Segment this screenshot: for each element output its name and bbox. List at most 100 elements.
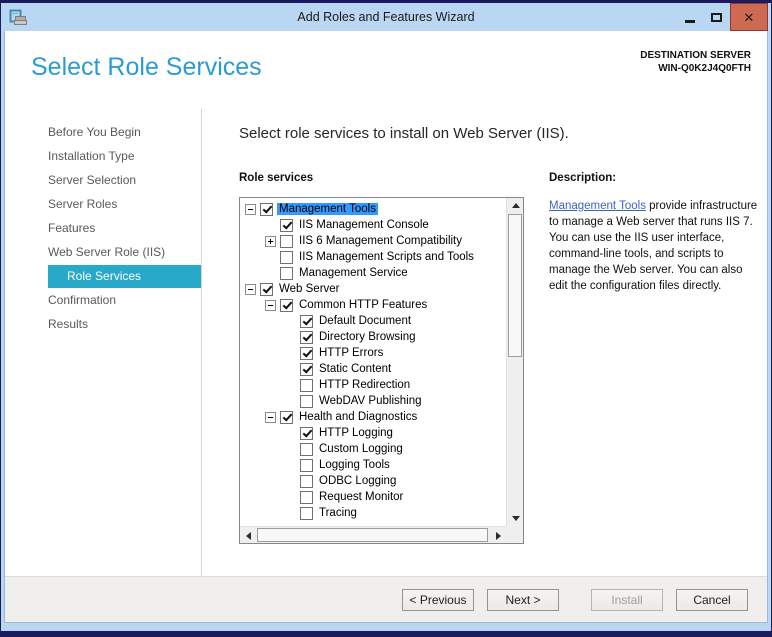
minimize-button[interactable] <box>676 3 703 31</box>
role-services-tree: Management Tools IIS Management Console II… <box>239 197 524 544</box>
close-button[interactable]: ✕ <box>730 3 768 31</box>
description-label: Description: <box>549 172 617 184</box>
checkbox-common-http-features[interactable] <box>280 298 293 312</box>
sidebar-item-server-selection[interactable]: Server Selection <box>48 169 201 192</box>
maximize-icon <box>711 12 722 22</box>
tree-item-webdav-publishing[interactable]: WebDAV Publishing <box>240 393 506 409</box>
tree-item-http-logging[interactable]: HTTP Logging <box>240 425 506 441</box>
checkbox-iis-6-management-compatibility[interactable] <box>280 234 293 248</box>
tree-item-label: HTTP Redirection <box>319 379 411 391</box>
tree-item-iis-management-console[interactable]: IIS Management Console <box>240 217 506 233</box>
tree-item-request-monitor[interactable]: Request Monitor <box>240 489 506 505</box>
wizard-content: Select Role Services DESTINATION SERVER … <box>4 31 768 623</box>
horizontal-scrollbar[interactable] <box>240 526 506 543</box>
sidebar-item-role-services[interactable]: Role Services <box>48 265 201 288</box>
scroll-up-icon[interactable] <box>507 198 524 213</box>
checkbox-http-logging[interactable] <box>300 426 313 440</box>
checkbox-request-monitor[interactable] <box>300 490 313 504</box>
checkbox-odbc-logging[interactable] <box>300 474 313 488</box>
footer-buttons: < Previous Next > Install Cancel <box>389 588 748 611</box>
tree-item-common-http-features[interactable]: Common HTTP Features <box>240 297 506 313</box>
close-icon: ✕ <box>743 9 755 25</box>
collapse-icon[interactable] <box>245 283 256 295</box>
tree-rows: Management Tools IIS Management Console II… <box>240 198 506 526</box>
vertical-scrollbar[interactable] <box>506 198 523 526</box>
minimize-icon <box>684 19 695 23</box>
tree-item-logging-tools[interactable]: Logging Tools <box>240 457 506 473</box>
collapse-icon[interactable] <box>265 411 276 423</box>
checkbox-management-tools[interactable] <box>260 202 273 216</box>
checkbox-default-document[interactable] <box>300 314 313 328</box>
checkbox-health-and-diagnostics[interactable] <box>280 410 293 424</box>
tree-item-label: Common HTTP Features <box>299 299 428 311</box>
collapse-icon[interactable] <box>245 203 256 215</box>
vertical-scroll-thumb[interactable] <box>508 214 522 357</box>
tree-item-label: Static Content <box>319 363 392 375</box>
sidebar-item-web-server-role-iis[interactable]: Web Server Role (IIS) <box>48 241 201 264</box>
checkbox-web-server[interactable] <box>260 282 273 296</box>
role-services-label: Role services <box>239 172 314 184</box>
sidebar-item-confirmation[interactable]: Confirmation <box>48 289 201 312</box>
install-button[interactable]: Install <box>591 588 663 611</box>
tree-item-iis-management-scripts-and-tools[interactable]: IIS Management Scripts and Tools <box>240 249 506 265</box>
maximize-button[interactable] <box>703 3 730 31</box>
tree-item-health-and-diagnostics[interactable]: Health and Diagnostics <box>240 409 506 425</box>
checkbox-static-content[interactable] <box>300 362 313 376</box>
checkbox-iis-management-scripts-and-tools[interactable] <box>280 250 293 264</box>
tree-item-custom-logging[interactable]: Custom Logging <box>240 441 506 457</box>
checkbox-tracing[interactable] <box>300 506 313 520</box>
tree-item-directory-browsing[interactable]: Directory Browsing <box>240 329 506 345</box>
sidebar-item-features[interactable]: Features <box>48 217 201 240</box>
tree-item-http-errors[interactable]: HTTP Errors <box>240 345 506 361</box>
tree-item-iis-6-management-compatibility[interactable]: IIS 6 Management Compatibility <box>240 233 506 249</box>
wizard-body: Before You Begin Installation Type Server … <box>5 109 767 576</box>
sidebar-item-installation-type[interactable]: Installation Type <box>48 145 201 168</box>
description-body: provide infrastructure to manage a Web s… <box>549 200 758 292</box>
checkbox-iis-management-console[interactable] <box>280 218 293 232</box>
tree-item-default-document[interactable]: Default Document <box>240 313 506 329</box>
tree-item-http-redirection[interactable]: HTTP Redirection <box>240 377 506 393</box>
horizontal-scroll-thumb[interactable] <box>257 528 488 542</box>
destination-server-name: WIN-Q0K2J4Q0FTH <box>658 63 751 74</box>
sidebar-item-before-you-begin[interactable]: Before You Begin <box>48 121 201 144</box>
next-button[interactable]: Next > <box>487 588 559 611</box>
checkbox-directory-browsing[interactable] <box>300 330 313 344</box>
tree-item-label: Logging Tools <box>319 459 390 471</box>
footer-bar: < Previous Next > Install Cancel <box>5 576 767 622</box>
checkbox-http-errors[interactable] <box>300 346 313 360</box>
checkbox-http-redirection[interactable] <box>300 378 313 392</box>
tree-item-label: Default Document <box>319 315 412 327</box>
expand-icon[interactable] <box>265 235 276 247</box>
scroll-down-icon[interactable] <box>507 511 524 526</box>
management-tools-link[interactable]: Management Tools <box>549 200 646 212</box>
checkbox-logging-tools[interactable] <box>300 458 313 472</box>
tree-item-management-service[interactable]: Management Service <box>240 265 506 281</box>
cancel-button[interactable]: Cancel <box>676 588 748 611</box>
checkbox-custom-logging[interactable] <box>300 442 313 456</box>
tree-item-label: IIS Management Console <box>299 219 429 231</box>
scroll-right-icon[interactable] <box>490 527 506 544</box>
sidebar-item-server-roles[interactable]: Server Roles <box>48 193 201 216</box>
tree-item-web-server[interactable]: Web Server <box>240 281 506 297</box>
sidebar-item-results[interactable]: Results <box>48 313 201 336</box>
window-title: Add Roles and Features Wizard <box>297 10 475 24</box>
tree-item-label: HTTP Logging <box>319 427 393 439</box>
previous-button[interactable]: < Previous <box>402 588 474 611</box>
checkbox-management-service[interactable] <box>280 266 293 280</box>
scroll-left-icon[interactable] <box>240 527 256 544</box>
tree-item-management-tools[interactable]: Management Tools <box>240 201 506 217</box>
checkbox-webdav-publishing[interactable] <box>300 394 313 408</box>
collapse-icon[interactable] <box>265 299 276 311</box>
tree-item-tracing[interactable]: Tracing <box>240 505 506 521</box>
tree-item-label: HTTP Errors <box>319 347 384 359</box>
tree-item-label: IIS Management Scripts and Tools <box>299 251 474 263</box>
tree-item-static-content[interactable]: Static Content <box>240 361 506 377</box>
tree-item-odbc-logging[interactable]: ODBC Logging <box>240 473 506 489</box>
